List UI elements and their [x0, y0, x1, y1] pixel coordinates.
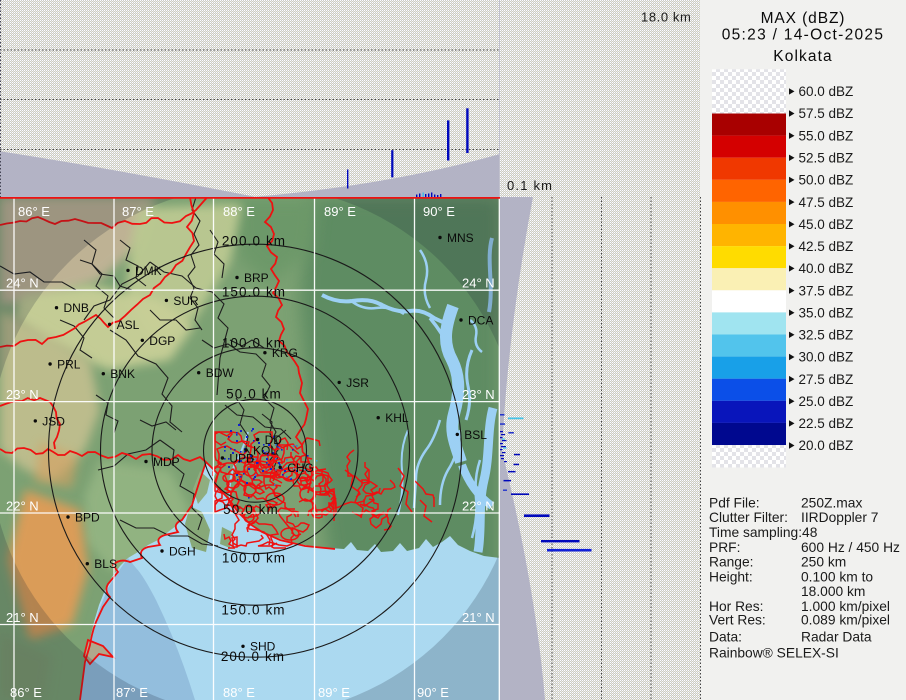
- svg-text:90° E: 90° E: [423, 204, 455, 219]
- svg-text:Rainbow® SELEX-SI: Rainbow® SELEX-SI: [709, 645, 839, 660]
- svg-text:86° E: 86° E: [10, 685, 42, 700]
- svg-text:JSR: JSR: [346, 376, 369, 390]
- svg-text:45.0 dBZ: 45.0 dBZ: [799, 217, 854, 232]
- svg-text:UPB: UPB: [229, 452, 254, 466]
- svg-text:BLS: BLS: [94, 557, 117, 571]
- svg-text:22.5 dBZ: 22.5 dBZ: [799, 416, 854, 431]
- svg-text:Data:: Data:: [709, 629, 742, 644]
- svg-text:25.0 dBZ: 25.0 dBZ: [799, 394, 854, 409]
- svg-text:MAX (dBZ): MAX (dBZ): [761, 10, 846, 27]
- svg-text:BNK: BNK: [110, 367, 135, 381]
- svg-text:Vert Res:: Vert Res:: [709, 613, 766, 628]
- svg-text:Range:: Range:: [709, 555, 754, 570]
- svg-text:DMK: DMK: [135, 264, 162, 278]
- svg-text:250Z.max: 250Z.max: [801, 496, 862, 511]
- svg-text:18.0 km: 18.0 km: [641, 10, 691, 25]
- svg-text:CHG: CHG: [287, 461, 314, 475]
- svg-text:21° N: 21° N: [6, 610, 39, 625]
- svg-text:0.1 km: 0.1 km: [507, 178, 553, 193]
- svg-text:MNS: MNS: [447, 231, 474, 245]
- svg-text:Clutter Filter:: Clutter Filter:: [709, 510, 788, 525]
- svg-text:DGH: DGH: [169, 545, 196, 559]
- svg-text:24° N: 24° N: [462, 276, 495, 291]
- svg-text:PRF:: PRF:: [709, 540, 740, 555]
- svg-text:MDP: MDP: [153, 455, 180, 469]
- svg-text:DCA: DCA: [468, 314, 493, 328]
- svg-text:250 km: 250 km: [801, 555, 846, 570]
- svg-text:23° N: 23° N: [462, 387, 495, 402]
- svg-text:52.5 dBZ: 52.5 dBZ: [799, 151, 854, 166]
- svg-text:40.0 dBZ: 40.0 dBZ: [799, 261, 854, 276]
- svg-text:89° E: 89° E: [318, 685, 350, 700]
- svg-text:Time sampling:48: Time sampling:48: [709, 525, 818, 540]
- svg-text:150.0 km: 150.0 km: [222, 285, 286, 300]
- svg-text:50.0 dBZ: 50.0 dBZ: [799, 173, 854, 188]
- svg-text:50.0 km: 50.0 km: [226, 387, 282, 402]
- svg-text:0.089 km/pixel: 0.089 km/pixel: [801, 613, 890, 628]
- svg-text:ASL: ASL: [117, 318, 140, 332]
- svg-text:18.000 km: 18.000 km: [801, 584, 865, 599]
- svg-text:BDW: BDW: [206, 366, 235, 380]
- svg-text:BRP: BRP: [244, 271, 269, 285]
- svg-text:Radar Data: Radar Data: [801, 629, 872, 644]
- svg-text:20.0 dBZ: 20.0 dBZ: [799, 438, 854, 453]
- svg-text:Kolkata: Kolkata: [773, 48, 832, 65]
- svg-text:BPD: BPD: [75, 511, 100, 525]
- svg-text:87° E: 87° E: [122, 204, 154, 219]
- svg-text:KHL: KHL: [385, 411, 409, 425]
- svg-text:SHD: SHD: [250, 640, 276, 654]
- svg-text:150.0 km: 150.0 km: [221, 603, 285, 618]
- svg-text:200.0 km: 200.0 km: [222, 234, 286, 249]
- svg-text:55.0 dBZ: 55.0 dBZ: [799, 128, 854, 143]
- svg-text:27.5 dBZ: 27.5 dBZ: [799, 372, 854, 387]
- svg-text:600 Hz / 450 Hz: 600 Hz / 450 Hz: [801, 540, 900, 555]
- svg-text:57.5 dBZ: 57.5 dBZ: [799, 106, 854, 121]
- svg-text:47.5 dBZ: 47.5 dBZ: [799, 195, 854, 210]
- svg-text:05:23 / 14-Oct-2025: 05:23 / 14-Oct-2025: [722, 27, 885, 44]
- svg-text:KOL: KOL: [253, 444, 277, 458]
- svg-text:88° E: 88° E: [223, 685, 255, 700]
- svg-text:30.0 dBZ: 30.0 dBZ: [799, 350, 854, 365]
- svg-text:KRG: KRG: [272, 346, 298, 360]
- svg-text:32.5 dBZ: 32.5 dBZ: [799, 328, 854, 343]
- svg-text:24° N: 24° N: [6, 276, 39, 291]
- svg-text:37.5 dBZ: 37.5 dBZ: [799, 283, 854, 298]
- svg-text:22° N: 22° N: [6, 498, 39, 513]
- svg-text:88° E: 88° E: [223, 204, 255, 219]
- svg-text:DNB: DNB: [64, 301, 89, 315]
- svg-text:BSL: BSL: [464, 428, 487, 442]
- svg-text:50.0 km: 50.0 km: [223, 502, 279, 517]
- svg-text:60.0 dBZ: 60.0 dBZ: [799, 84, 854, 99]
- svg-text:87° E: 87° E: [116, 685, 148, 700]
- svg-text:PRL: PRL: [57, 358, 81, 372]
- svg-text:SUR: SUR: [173, 294, 199, 308]
- svg-text:23° N: 23° N: [6, 387, 39, 402]
- svg-text:Pdf File:: Pdf File:: [709, 496, 760, 511]
- svg-text:IIRDoppler 7: IIRDoppler 7: [801, 510, 878, 525]
- svg-text:JSD: JSD: [42, 414, 65, 428]
- svg-text:0.100 km to: 0.100 km to: [801, 570, 873, 585]
- svg-text:Height:: Height:: [709, 570, 753, 585]
- svg-text:DGP: DGP: [149, 334, 175, 348]
- svg-text:42.5 dBZ: 42.5 dBZ: [799, 239, 854, 254]
- svg-text:90° E: 90° E: [417, 685, 449, 700]
- svg-text:86° E: 86° E: [18, 204, 50, 219]
- svg-text:89° E: 89° E: [324, 204, 356, 219]
- svg-text:22° N: 22° N: [462, 498, 495, 513]
- svg-text:100.0 km: 100.0 km: [222, 551, 286, 566]
- svg-text:35.0 dBZ: 35.0 dBZ: [799, 305, 854, 320]
- svg-text:21° N: 21° N: [462, 610, 495, 625]
